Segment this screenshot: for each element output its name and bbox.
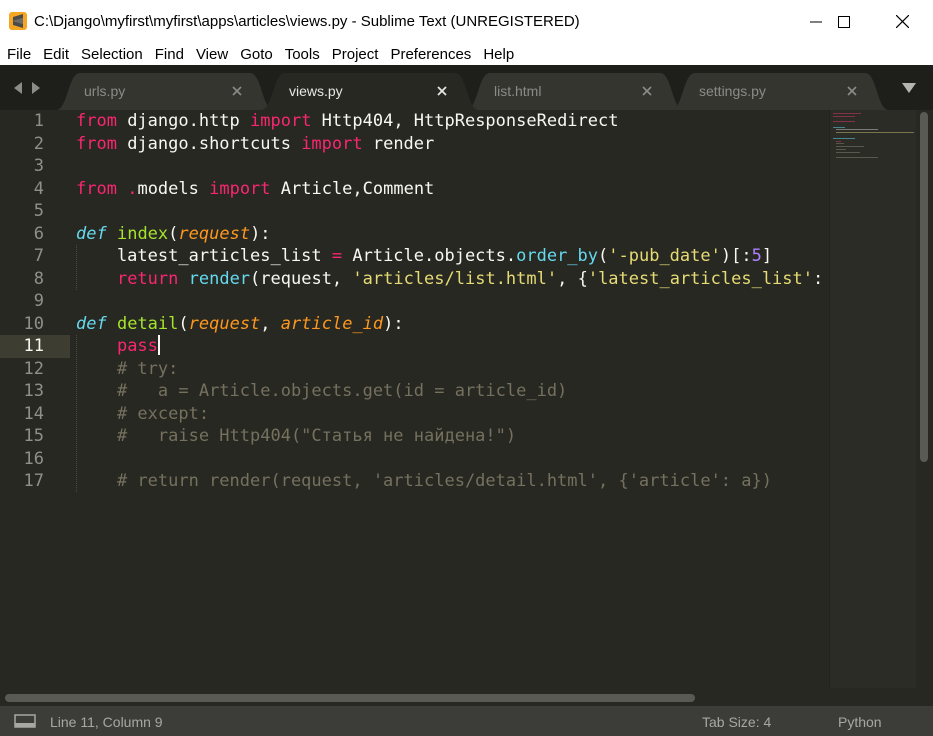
minimap-line <box>836 157 878 158</box>
tab-views[interactable]: views.py <box>261 73 479 110</box>
line-number: 16 <box>23 448 44 469</box>
line-number: 4 <box>33 178 44 199</box>
line-number: 13 <box>23 381 44 401</box>
close-icon[interactable] <box>435 84 449 98</box>
tab-list-html[interactable]: list.html <box>466 73 684 110</box>
close-icon[interactable] <box>845 84 859 98</box>
status-bar: Line 11, Column 9 Tab Size: 4 Python <box>0 706 933 736</box>
minimap-viewport[interactable] <box>830 110 916 688</box>
menu-help[interactable]: Help <box>483 46 514 63</box>
code-editor[interactable]: 1 2 3 4 5 6 7 8 9 10 11 12 13 14 15 16 1… <box>0 110 933 688</box>
tab-nav-arrows[interactable] <box>12 80 46 96</box>
tab-settings[interactable]: settings.py <box>671 73 889 110</box>
chevron-down-icon[interactable] <box>901 81 917 93</box>
menu-selection[interactable]: Selection <box>81 46 143 63</box>
line-number: 7 <box>33 246 44 266</box>
minimap-line <box>836 149 846 150</box>
window-title: C:\Django\myfirst\myfirst\apps\articles\… <box>34 13 580 30</box>
line-number: 5 <box>33 201 44 221</box>
tab-label: views.py <box>289 83 343 99</box>
line-number: 8 <box>33 268 44 289</box>
line-number: 6 <box>33 223 44 244</box>
close-icon[interactable] <box>230 84 244 98</box>
line-number: 3 <box>33 156 44 176</box>
cursor-position: Line 11, Column 9 <box>50 714 163 730</box>
minimap-line <box>833 127 845 128</box>
minimap-line <box>836 132 914 133</box>
menu-view[interactable]: View <box>196 46 228 63</box>
tab-urls[interactable]: urls.py <box>56 73 274 110</box>
minimap-line <box>833 138 855 139</box>
code-line: from django.http import Http404, HttpRes… <box>76 111 619 131</box>
menu-goto[interactable]: Goto <box>240 46 273 63</box>
minimap-line <box>836 141 841 142</box>
line-number-gutter: 1 2 3 4 5 6 7 8 9 10 11 12 13 14 15 16 1… <box>0 110 70 688</box>
horizontal-scrollbar[interactable] <box>0 688 933 706</box>
vertical-scrollbar-thumb[interactable] <box>920 112 928 462</box>
minimap-line <box>833 121 855 122</box>
code-line: # try: <box>116 358 179 379</box>
text-cursor <box>157 335 160 355</box>
line-number-current: 11 <box>23 336 44 356</box>
line-number: 14 <box>23 403 44 424</box>
minimap-line <box>833 116 855 117</box>
tab-bar: urls.py list.html settings.py views.py <box>0 65 933 110</box>
horizontal-scrollbar-thumb[interactable] <box>5 694 695 702</box>
code-line-current: pass <box>116 335 160 356</box>
tab-size-selector[interactable]: Tab Size: 4 <box>702 714 771 730</box>
tab-label: settings.py <box>699 83 766 99</box>
maximize-button[interactable] <box>815 0 873 43</box>
line-number: 10 <box>23 313 44 334</box>
menu-bar: File Edit Selection Find View Goto Tools… <box>0 43 933 65</box>
title-bar: C:\Django\myfirst\myfirst\apps\articles\… <box>0 0 933 43</box>
code-line: def detail(request, article_id): <box>76 313 404 334</box>
menu-tools[interactable]: Tools <box>285 46 320 63</box>
syntax-selector[interactable]: Python <box>838 714 882 730</box>
line-number: 2 <box>33 133 44 154</box>
code-line: # return render(request, 'articles/detai… <box>116 471 772 491</box>
line-number: 12 <box>23 358 44 379</box>
minimap[interactable] <box>829 110 915 688</box>
code-line: from .models import Article,Comment <box>76 178 435 199</box>
code-line: # raise Http404("Статья не найдена!") <box>116 426 517 446</box>
code-line: latest_articles_list = Article.objects.o… <box>76 246 773 266</box>
code-line: from django.shortcuts import render <box>76 133 435 154</box>
minimap-line <box>836 152 860 153</box>
tab-label: list.html <box>494 83 542 99</box>
minimap-line <box>836 129 878 130</box>
sublime-logo-icon <box>9 12 27 30</box>
code-line: return render(request, 'articles/list.ht… <box>116 268 824 289</box>
menu-find[interactable]: Find <box>155 46 184 63</box>
code-line: # a = Article.objects.get(id = article_i… <box>116 381 568 401</box>
line-number: 17 <box>23 471 44 491</box>
code-line: def index(request): <box>76 223 271 244</box>
menu-edit[interactable]: Edit <box>43 46 69 63</box>
menu-file[interactable]: File <box>7 46 31 63</box>
panel-toggle-icon[interactable] <box>14 714 36 728</box>
menu-project[interactable]: Project <box>332 46 379 63</box>
minimap-line <box>833 113 861 114</box>
code-line: # except: <box>116 403 210 424</box>
minimap-line <box>836 143 844 144</box>
close-window-button[interactable] <box>873 0 931 43</box>
close-icon[interactable] <box>640 84 654 98</box>
menu-preferences[interactable]: Preferences <box>390 46 471 63</box>
tab-label: urls.py <box>84 83 126 99</box>
line-number: 9 <box>33 291 44 311</box>
line-number: 1 <box>33 111 44 131</box>
line-number: 15 <box>23 426 44 446</box>
minimap-line <box>836 146 864 147</box>
vertical-scrollbar[interactable] <box>916 110 933 688</box>
